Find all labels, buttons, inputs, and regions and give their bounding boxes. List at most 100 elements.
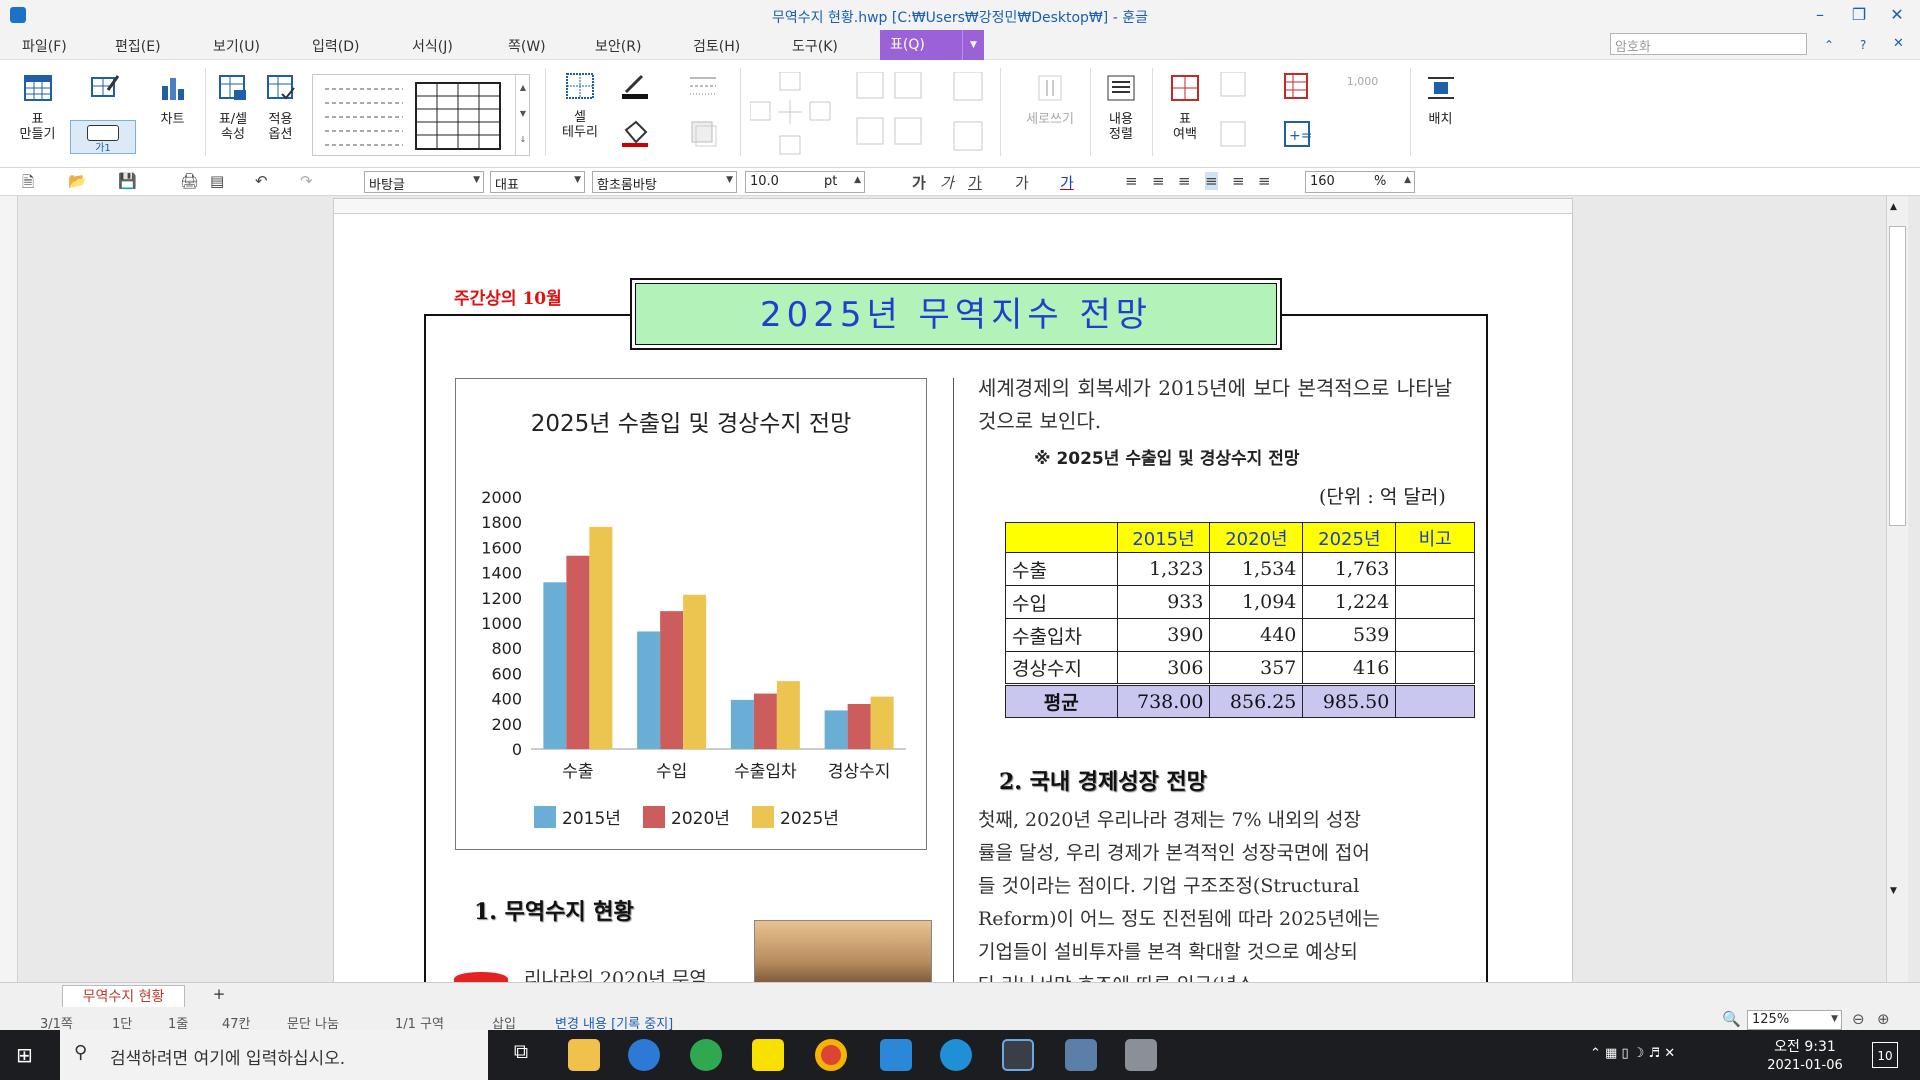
clock[interactable]: 오전 9:31 2021-01-06 [1760,1036,1850,1073]
file-explorer-icon[interactable] [568,1039,600,1071]
table-edit-button[interactable] [75,72,135,110]
close-button[interactable]: ✕ [1882,3,1912,27]
menu-edit[interactable]: 편집(E) [115,36,161,56]
hwp-icon[interactable] [1002,1039,1034,1071]
save-icon[interactable]: 💾 [118,172,137,190]
minimize-button[interactable]: – [1805,3,1835,27]
app-green-icon[interactable] [690,1039,722,1071]
table-cell[interactable]: 경상수지 [1005,651,1118,685]
fill-button[interactable] [615,120,655,158]
ribbon-collapse-icon[interactable]: ⌃ [1824,38,1834,52]
bar-2025년-수출[interactable] [589,526,613,749]
table-cell[interactable] [1395,585,1475,619]
table-header-cell[interactable]: 비고 [1395,522,1475,553]
menu-security[interactable]: 보안(R) [595,36,641,56]
cell-border-button[interactable]: 셀 테두리 [555,72,605,140]
city-photo[interactable] [754,920,932,982]
table-cell[interactable] [1395,651,1475,685]
calculator-icon[interactable] [1125,1039,1157,1071]
menu-format[interactable]: 서식(J) [412,36,453,56]
bar-2020년-경상수지[interactable] [847,704,871,749]
doc-close-icon[interactable]: ✕ [1893,36,1904,51]
preview-icon[interactable]: ▤ [210,172,224,190]
divide-icon[interactable]: ≡ [1258,172,1271,190]
align-left-icon[interactable]: ≡ [1152,172,1165,190]
table-cell[interactable]: 306 [1116,651,1211,685]
taskbar-search[interactable]: ⚲ 검색하려면 여기에 입력하십시오. [60,1030,488,1080]
bar-2020년-수출[interactable] [566,555,590,749]
cell-style-button[interactable]: 가1 [70,120,136,154]
table-cell[interactable]: 1,534 [1209,552,1304,586]
table-cell[interactable]: 390 [1116,618,1211,652]
table-margin-button[interactable]: 표 여백 [1160,74,1210,142]
restore-button[interactable]: ❐ [1844,3,1874,27]
zoom-in-icon[interactable]: ⊕ [1877,1010,1890,1028]
bar-2025년-수출입차[interactable] [776,681,800,749]
table-average-cell[interactable]: 평균 [1005,683,1118,718]
table-header-cell[interactable] [1005,522,1118,553]
align-right-icon[interactable]: ≡ [1205,172,1218,190]
chart-button[interactable]: 차트 [150,74,195,127]
bar-2015년-경상수지[interactable] [824,710,848,749]
vertical-scrollbar[interactable]: ▲ ▼ [1886,196,1908,982]
bar-2025년-경상수지[interactable] [870,696,894,749]
table-style-gallery[interactable]: ▲ ▼ ↓ [312,74,530,156]
font-select[interactable]: 함초롬바탕 ▼ [592,171,737,193]
vertical-text-button[interactable]: 세로쓰기 [1010,74,1090,127]
content-align-button[interactable]: 내용 정렬 [1095,74,1147,142]
table-cell[interactable]: 416 [1302,651,1397,685]
distribute-icon[interactable]: ≡ [1232,172,1245,190]
underline-icon[interactable]: 가 [968,172,982,193]
zoom-out-icon[interactable]: ⊖ [1852,1010,1865,1028]
lang-select[interactable]: 대표 ▼ [490,171,585,193]
split-cells-group[interactable] [945,71,990,166]
bar-2015년-수출[interactable] [543,582,567,749]
add-tab-button[interactable]: + [205,985,233,1007]
chrome-icon[interactable] [815,1039,847,1071]
cell-height-group[interactable] [1215,71,1255,166]
zoom-select[interactable]: 125% ▼ [1747,1010,1842,1030]
border-color-button[interactable] [615,72,655,110]
new-doc-icon[interactable]: 🗎 [22,172,34,197]
print-icon[interactable]: 🖨 [180,172,199,190]
strike-icon[interactable]: 가 [1015,172,1029,193]
table-header-cell[interactable]: 2015년 [1116,522,1211,553]
align-justify-icon[interactable]: ≡ [1125,172,1138,190]
align-center-icon[interactable]: ≡ [1178,172,1191,190]
task-view-icon[interactable]: ⧉ [505,1039,537,1071]
line-style-button[interactable] [680,72,725,110]
insert-row-col-group[interactable] [749,71,840,166]
bar-2015년-수입[interactable] [637,631,661,749]
menu-review[interactable]: 검토(H) [693,36,740,56]
open-icon[interactable]: 📂 [68,172,87,190]
table-average-cell[interactable]: 856.25 [1209,683,1304,718]
table-cell[interactable]: 수입 [1005,585,1118,619]
app-doc-icon[interactable] [1065,1039,1097,1071]
undo-icon[interactable]: ↶ [255,172,268,190]
menu-tools[interactable]: 도구(K) [792,36,838,56]
scroll-up-icon[interactable]: ▲ [1890,202,1897,212]
menu-page[interactable]: 쪽(W) [508,36,546,56]
scroll-thumb[interactable] [1889,226,1906,526]
delete-cells-group[interactable] [855,71,935,166]
zoom-icon[interactable]: 🔍 [1722,1010,1741,1028]
gallery-scroll[interactable]: ▲ ▼ ↓ [515,75,530,155]
data-table[interactable]: 2015년 2020년 2025년 비고 수출 1,323 1,534 1,763 수입 933 1… [1005,522,1475,718]
style-select[interactable]: 바탕글 ▼ [364,171,484,193]
thousands-sep-button[interactable]: 1,000 [1330,74,1395,89]
font-color-icon[interactable]: 가 [1060,172,1074,193]
document-tab[interactable]: 무역수지 현황 [62,985,185,1007]
start-icon[interactable]: ⊞ [16,1044,38,1066]
table-cell[interactable]: 539 [1302,618,1397,652]
bar-2025년-수입[interactable] [683,594,707,749]
bold-icon[interactable]: 가 [912,172,926,193]
bar-2020년-수입[interactable] [660,611,684,749]
kakaotalk-icon[interactable] [752,1039,784,1071]
table-cell[interactable]: 수출 [1005,552,1118,586]
make-table-button[interactable]: 표 만들기 [10,74,65,142]
calc-button[interactable] [1275,72,1320,110]
table-cell[interactable]: 1,094 [1209,585,1304,619]
notification-icon[interactable]: 10 [1872,1042,1898,1068]
table-cell[interactable]: 357 [1209,651,1304,685]
chart-frame[interactable]: 2025년 수출입 및 경상수지 전망 2000 1800 1600 1400 1200 1… [455,378,927,850]
